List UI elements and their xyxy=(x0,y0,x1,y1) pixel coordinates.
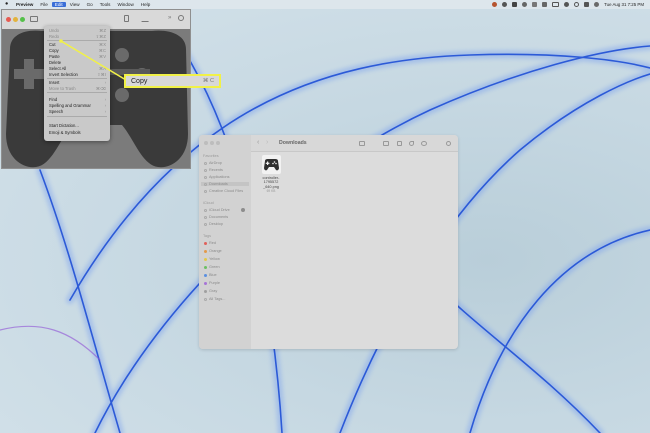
sidebar-item-airdrop[interactable]: AirDrop xyxy=(204,161,222,165)
callout-shortcut: ⌘ C xyxy=(202,78,214,84)
tag-dot-icon xyxy=(204,257,207,261)
tag-dot-icon xyxy=(204,273,207,277)
sidebar-item-label: Green xyxy=(209,265,220,269)
clock-icon xyxy=(204,168,207,172)
tag-dot-icon xyxy=(204,249,207,253)
sidebar-section-tags: Tags xyxy=(203,234,212,238)
applications-icon xyxy=(204,175,207,179)
sidebar-item-label: Creative Cloud Files xyxy=(209,189,244,193)
sidebar-item-applications[interactable]: Applications xyxy=(204,175,229,179)
action-menu-icon[interactable] xyxy=(421,141,427,146)
sidebar-section-icloud: iCloud xyxy=(203,201,214,205)
sidebar-tag-green[interactable]: Green xyxy=(204,265,220,269)
sidebar-item-icloud-drive[interactable]: iCloud Drive xyxy=(204,208,230,212)
file-size: 69 KB xyxy=(266,188,276,193)
sidebar-item-label: iCloud Drive xyxy=(209,208,230,212)
sidebar-tag-orange[interactable]: Orange xyxy=(204,249,222,253)
minimize-window-button[interactable] xyxy=(210,141,214,145)
sidebar-tag-gray[interactable]: Gray xyxy=(204,289,217,293)
download-icon xyxy=(204,182,207,186)
tag-dot-icon xyxy=(204,265,207,269)
sidebar-item-label: Orange xyxy=(209,249,222,253)
finder-window-title: Downloads xyxy=(279,140,307,146)
desktop-icon xyxy=(204,222,207,226)
sidebar-tag-red[interactable]: Red xyxy=(204,241,216,245)
sidebar-item-label: Red xyxy=(209,241,216,245)
search-icon[interactable] xyxy=(446,141,451,146)
sidebar-item-label: Purple xyxy=(209,281,220,285)
tag-dot-icon xyxy=(204,289,207,293)
sidebar-item-label: All Tags... xyxy=(209,297,226,301)
sidebar-item-label: Downloads xyxy=(209,182,228,186)
sidebar-tag-purple[interactable]: Purple xyxy=(204,281,220,285)
sidebar-tag-all-tags[interactable]: All Tags... xyxy=(204,297,225,301)
sidebar-item-documents[interactable]: Documents xyxy=(204,215,228,219)
sidebar-item-label: Recents xyxy=(209,168,223,172)
finder-toolbar: ‹ › Downloads xyxy=(251,135,458,152)
sidebar-item-label: Blue xyxy=(209,273,217,277)
icloud-progress-icon xyxy=(241,208,245,212)
sidebar-tag-blue[interactable]: Blue xyxy=(204,273,217,277)
file-name: controller-1795572 _640.png xyxy=(256,176,286,189)
forward-button[interactable]: › xyxy=(266,139,268,146)
tag-dot-icon xyxy=(204,241,207,245)
sidebar-item-label: Desktop xyxy=(209,222,223,226)
view-mode-icon[interactable] xyxy=(359,141,365,146)
finder-sidebar: Favorites AirDrop Recents Applications D… xyxy=(199,135,251,349)
all-tags-icon xyxy=(204,297,207,301)
sidebar-item-label: Applications xyxy=(209,175,230,179)
file-name-line-1: controller-1795572 xyxy=(262,176,280,185)
file-item-controller-png[interactable]: controller-1795572 _640.png 69 KB xyxy=(256,155,286,193)
sidebar-item-desktop[interactable]: Desktop xyxy=(204,222,223,226)
gamepad-icon xyxy=(263,159,279,171)
callout-label: Copy xyxy=(131,77,148,85)
finder-window: Favorites AirDrop Recents Applications D… xyxy=(199,135,458,349)
back-button[interactable]: ‹ xyxy=(257,139,259,146)
sidebar-item-downloads[interactable]: Downloads xyxy=(201,182,249,186)
cloud-icon xyxy=(204,208,207,212)
share-icon[interactable] xyxy=(397,141,402,146)
sidebar-item-recents[interactable]: Recents xyxy=(204,168,223,172)
close-window-button[interactable] xyxy=(204,141,208,145)
sidebar-item-creative-cloud-files[interactable]: Creative Cloud Files xyxy=(204,189,243,193)
sidebar-item-label: Documents xyxy=(209,215,229,219)
copy-callout-highlight: Copy ⌘ C xyxy=(124,74,221,88)
sidebar-section-favorites: Favorites xyxy=(203,154,219,158)
airdrop-icon xyxy=(204,161,207,165)
sidebar-item-label: Yellow xyxy=(209,257,220,261)
group-by-icon[interactable] xyxy=(383,141,389,146)
file-thumbnail xyxy=(261,155,281,174)
zoom-window-button[interactable] xyxy=(216,141,220,145)
sidebar-item-label: Gray xyxy=(209,289,218,293)
document-icon xyxy=(204,215,207,219)
sidebar-item-label: AirDrop xyxy=(209,161,222,165)
folder-icon xyxy=(204,189,207,193)
tag-dot-icon xyxy=(204,281,207,285)
tag-icon[interactable] xyxy=(409,141,414,146)
sidebar-tag-yellow[interactable]: Yellow xyxy=(204,257,220,261)
